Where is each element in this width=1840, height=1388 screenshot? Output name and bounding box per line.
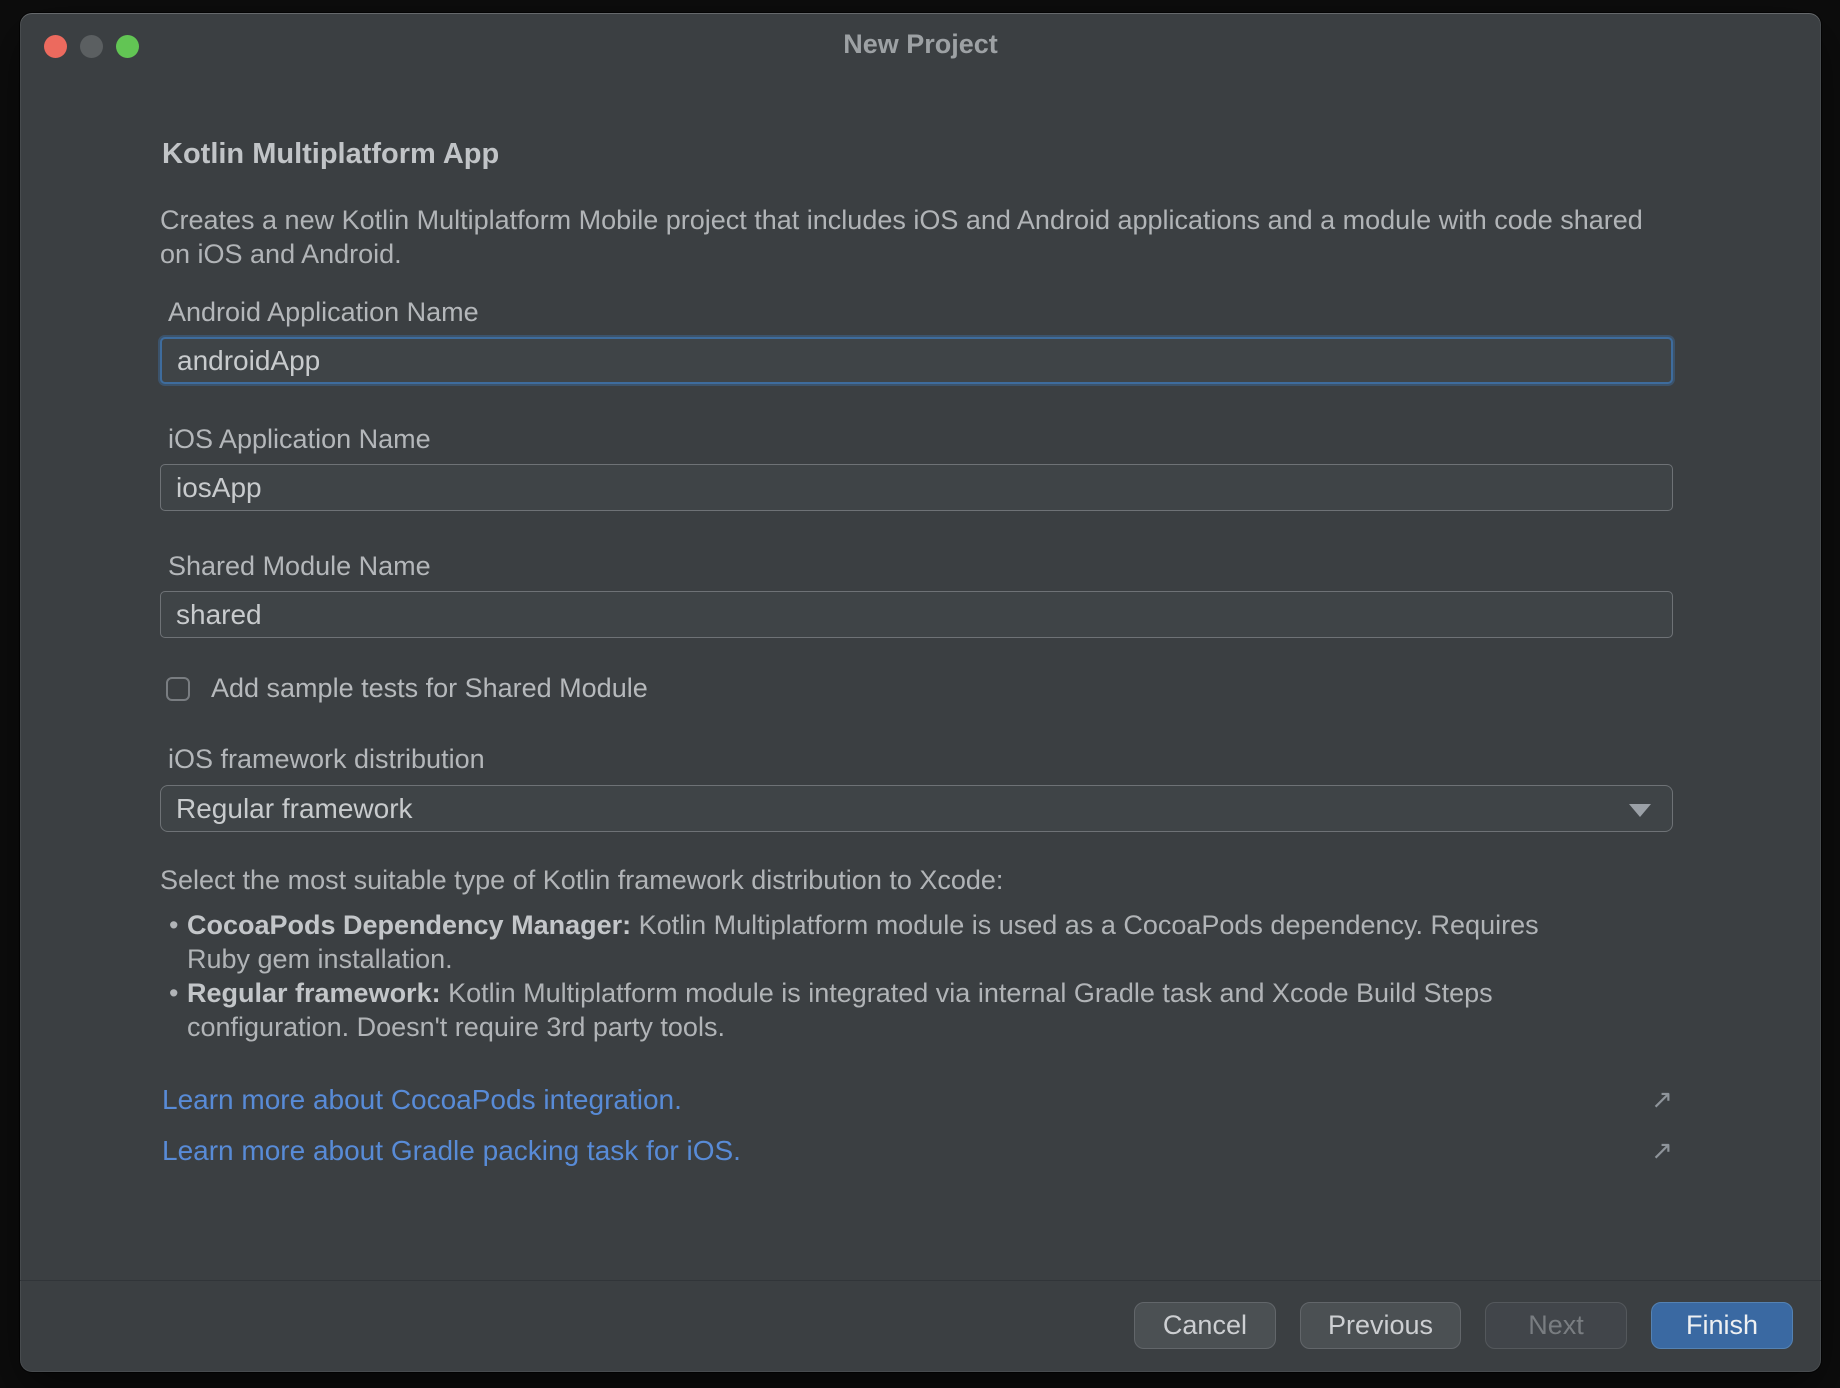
traffic-lights <box>44 34 139 58</box>
shared-module-name-input[interactable] <box>160 591 1673 638</box>
shared-module-name-label: Shared Module Name <box>168 551 431 581</box>
ios-framework-distribution-select[interactable]: Regular framework <box>160 785 1673 832</box>
next-button[interactable]: Next <box>1485 1302 1627 1349</box>
ios-application-name-input[interactable] <box>160 464 1673 511</box>
learn-gradle-packing-link[interactable]: Learn more about Gradle packing task for… <box>162 1136 741 1166</box>
cancel-button[interactable]: Cancel <box>1133 1302 1276 1349</box>
minimize-window-button[interactable] <box>80 34 103 58</box>
external-link-icon: ↗ <box>1651 1085 1673 1115</box>
window-title: New Project <box>843 29 998 59</box>
gradle-link-row: Learn more about Gradle packing task for… <box>162 1136 1673 1166</box>
new-project-dialog: New Project Kotlin Multiplatform App Cre… <box>20 13 1821 1372</box>
framework-help-intro: Select the most suitable type of Kotlin … <box>160 865 1004 895</box>
template-description: Creates a new Kotlin Multiplatform Mobil… <box>160 205 1643 269</box>
framework-help-list: CocoaPods Dependency Manager: Kotlin Mul… <box>160 908 1673 1044</box>
help-bullet-regular-framework: Regular framework: Kotlin Multiplatform … <box>160 976 1580 1044</box>
close-window-button[interactable] <box>44 34 67 58</box>
zoom-window-button[interactable] <box>116 34 139 58</box>
chevron-down-icon <box>1629 804 1651 817</box>
cocoapods-link-row: Learn more about CocoaPods integration. … <box>162 1085 1673 1115</box>
add-sample-tests-checkbox[interactable] <box>166 676 190 701</box>
previous-button[interactable]: Previous <box>1299 1302 1461 1349</box>
dialog-footer: Cancel Previous Next Finish <box>20 1280 1821 1372</box>
ios-framework-distribution-value: Regular framework <box>176 792 413 824</box>
ios-framework-distribution-label: iOS framework distribution <box>168 744 485 774</box>
android-application-name-label: Android Application Name <box>168 297 479 327</box>
finish-button[interactable]: Finish <box>1651 1302 1793 1349</box>
add-sample-tests-label: Add sample tests for Shared Module <box>211 673 648 703</box>
learn-cocoapods-integration-link[interactable]: Learn more about CocoaPods integration. <box>162 1085 682 1115</box>
android-application-name-input[interactable] <box>160 337 1673 384</box>
add-sample-tests-row: Add sample tests for Shared Module <box>166 673 1673 704</box>
titlebar[interactable]: New Project <box>20 13 1821 69</box>
dialog-content: Kotlin Multiplatform App Creates a new K… <box>20 69 1821 1280</box>
external-link-icon: ↗ <box>1651 1136 1673 1166</box>
help-bullet-cocoapods: CocoaPods Dependency Manager: Kotlin Mul… <box>160 908 1580 976</box>
ios-application-name-label: iOS Application Name <box>168 424 431 454</box>
page-title: Kotlin Multiplatform App <box>162 138 500 170</box>
